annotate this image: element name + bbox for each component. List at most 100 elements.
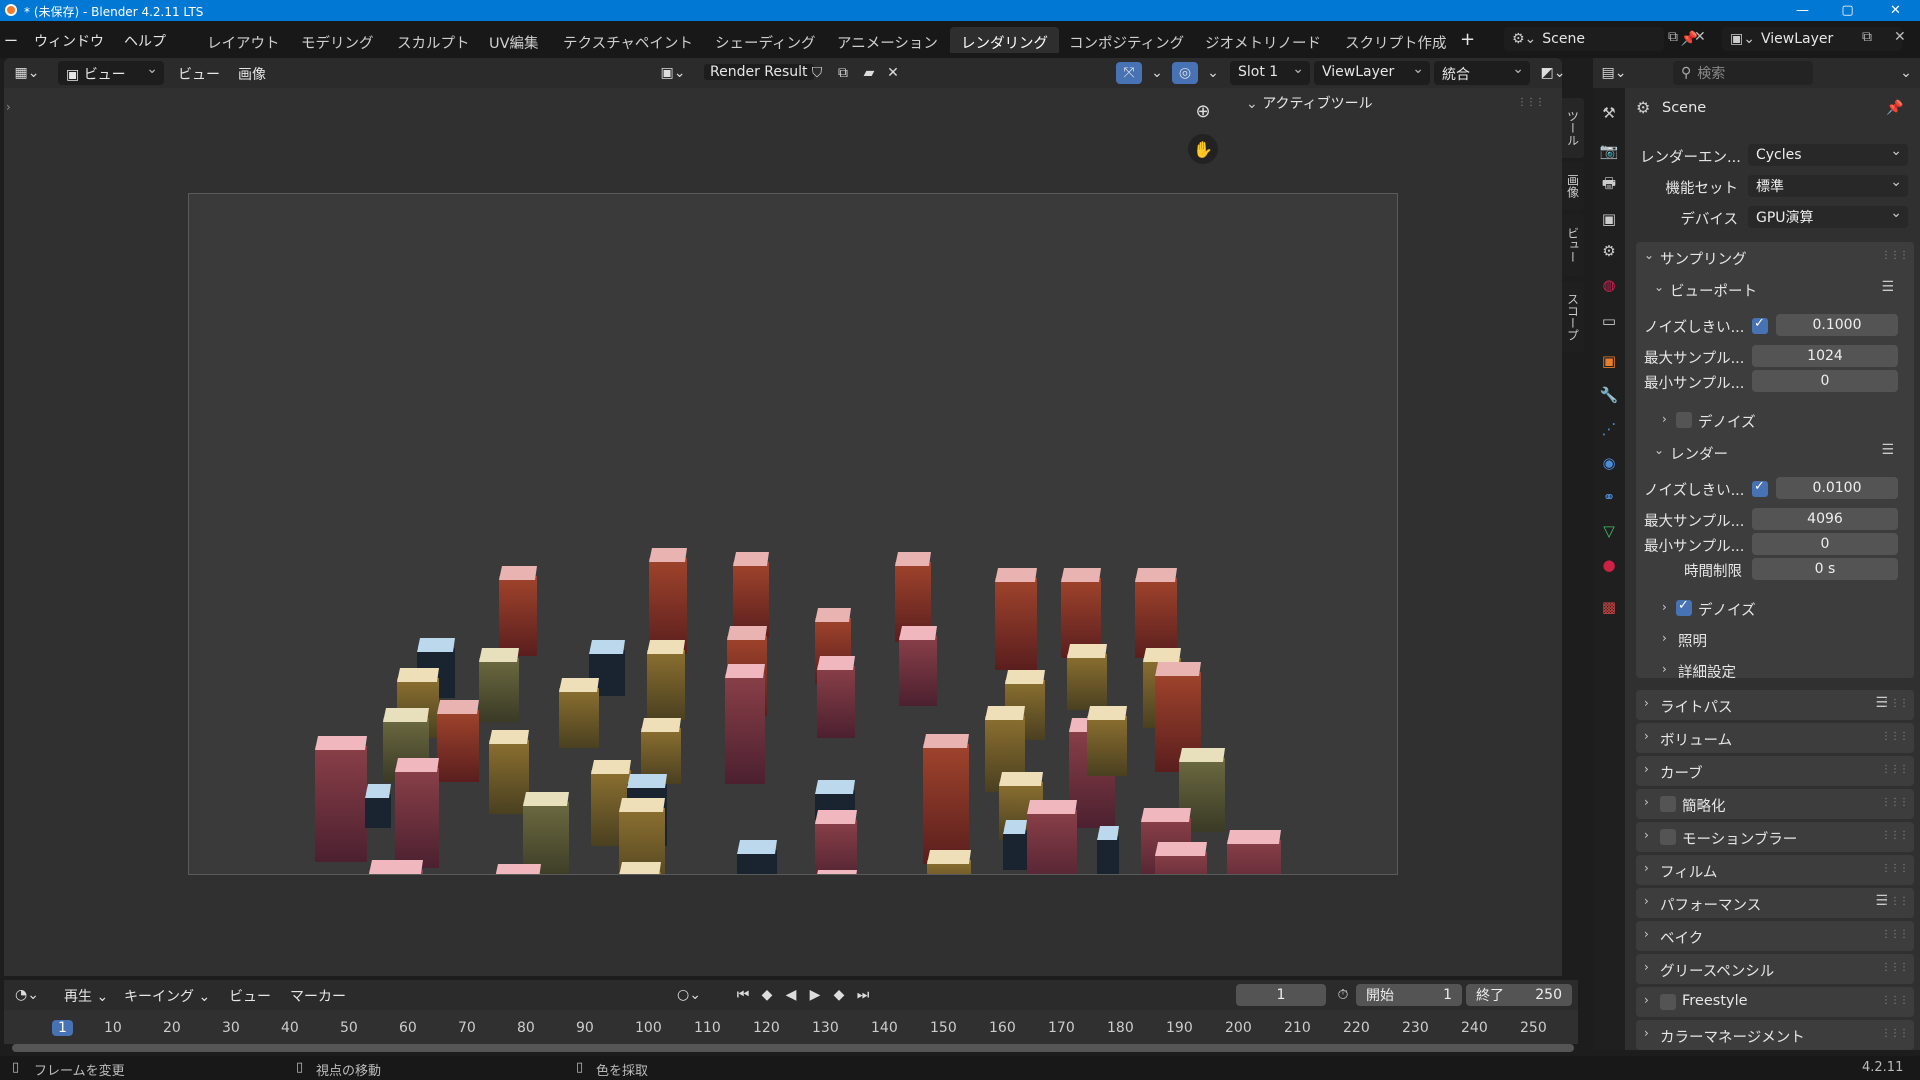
panel-grip-icon[interactable]: ⋮⋮⋮ [1881,1028,1909,1039]
prev-keyframe-icon[interactable]: ◆ [754,984,780,1006]
delete-scene-icon[interactable]: ✕ [1694,29,1706,45]
panel-10[interactable]: › カラーマネージメント ⋮⋮⋮ [1636,1020,1914,1050]
panel-7[interactable]: › ベイク ⋮⋮⋮ [1636,921,1914,951]
data-tab-icon[interactable]: ▽ [1598,520,1620,542]
panel-0[interactable]: › ライトパス ☰ ⋮⋮⋮ [1636,690,1914,720]
panel-grip-icon[interactable]: ⋮⋮⋮ [1881,731,1909,742]
zoom-icon[interactable]: ⊕ [1188,96,1218,126]
drag-grip-icon[interactable]: ⋮⋮⋮ [1517,97,1545,108]
overlay-dropdown-icon[interactable]: ⌄ [1200,62,1226,84]
vp-denoise-checkbox[interactable] [1676,412,1692,428]
delete-viewlayer-icon[interactable]: ✕ [1894,29,1906,45]
maximize-button[interactable]: ▢ [1825,0,1870,21]
active-tool-panel-header[interactable]: ⌄ アクティブツール ⋮⋮⋮ [1246,93,1550,119]
menu-help[interactable]: ヘルプ [124,31,166,51]
object-tab-icon[interactable]: ▣ [1598,350,1620,372]
sampling-grip-icon[interactable]: ⋮⋮⋮ [1881,250,1909,261]
workspace-tab-10[interactable]: スクリプト作成 [1334,27,1458,53]
panel-4[interactable]: › モーションブラー ⋮⋮⋮ [1636,822,1914,852]
menu-file[interactable]: ー [4,31,18,51]
panel-grip-icon[interactable]: ⋮⋮⋮ [1881,863,1909,874]
play-reverse-icon[interactable]: ◀ [778,984,804,1006]
editor-type-icon[interactable]: ▦⌄ [14,62,40,84]
workspace-tab-3[interactable]: UV編集 [478,27,550,53]
unlink-image-icon[interactable]: ✕ [880,62,906,84]
timeline-marker-menu[interactable]: マーカー [290,986,346,1006]
end-frame-field[interactable]: 終了 250 [1466,984,1572,1006]
overlay-toggle-icon[interactable]: ◎ [1172,62,1198,84]
modifier-tab-icon[interactable]: 🔧 [1598,384,1620,406]
timeline-scrollbar[interactable] [12,1044,1574,1052]
render-engine-dropdown[interactable]: Cycles [1748,143,1908,166]
timeline-view-menu[interactable]: ビュー [229,986,271,1006]
vp-min-samples-field[interactable]: 0 [1752,370,1898,392]
menu-window[interactable]: ウィンドウ [34,31,104,51]
next-keyframe-icon[interactable]: ◆ [826,984,852,1006]
view-layer-tab-icon[interactable]: ▣ [1598,208,1620,230]
panel-grip-icon[interactable]: ⋮⋮⋮ [1881,896,1909,907]
jump-start-icon[interactable]: ⏮ [730,984,756,1006]
pin-properties-icon[interactable]: 📌 [1886,100,1903,116]
sidebar-tab-view[interactable]: ビュー [1562,214,1584,276]
gizmo-dropdown-icon[interactable]: ⌄ [1144,62,1170,84]
sampling-panel-header[interactable]: ⌄ サンプリング ⋮⋮⋮ [1636,242,1914,272]
material-tab-icon[interactable]: ● [1598,554,1620,576]
render-subpanel-header[interactable]: ⌄ レンダー ☰ [1646,437,1908,467]
new-scene-icon[interactable]: ⧉ [1668,29,1678,45]
render-result-name[interactable]: Render Result [704,64,814,80]
workspace-tab-4[interactable]: テクスチャペイント [552,27,704,53]
fake-user-shield-icon[interactable]: ⛉ [804,62,830,84]
start-frame-field[interactable]: 開始 1 [1356,984,1462,1006]
render-presets-icon[interactable]: ☰ [1881,442,1894,458]
sidebar-tab-tool[interactable]: ツール [1562,98,1584,158]
sidebar-tab-scopes[interactable]: スコープ [1562,282,1584,352]
scene-selector[interactable]: ⚙⌄ Scene 📌 [1504,27,1698,51]
workspace-tab-6[interactable]: アニメーション [826,27,949,53]
viewport-subpanel-header[interactable]: ⌄ ビューポート ☰ [1646,274,1908,304]
panel-3[interactable]: › 簡略化 ⋮⋮⋮ [1636,789,1914,819]
physics-tab-icon[interactable]: ◉ [1598,452,1620,474]
panel-1[interactable]: › ボリューム ⋮⋮⋮ [1636,723,1914,753]
time-limit-field[interactable]: 0 s [1752,558,1898,580]
world-tab-icon[interactable]: ◍ [1598,274,1620,296]
toolbar-expand-icon[interactable]: › [6,100,11,114]
sidebar-tab-image[interactable]: 画像 [1562,162,1584,210]
new-viewlayer-icon[interactable]: ⧉ [1862,29,1872,45]
properties-options-icon[interactable]: ⌄ [1893,62,1919,84]
r-denoise-checkbox[interactable] [1676,598,1692,616]
timeline-editor-type-icon[interactable]: ◔⌄ [14,984,40,1006]
current-frame-marker[interactable]: 1 [52,1020,73,1036]
panel-grip-icon[interactable]: ⋮⋮⋮ [1881,830,1909,841]
auto-keying-record-icon[interactable]: ○⌄ [676,984,702,1006]
tool-tab-icon[interactable]: ⚒ [1598,102,1620,124]
layer-dropdown[interactable]: ViewLayer [1314,61,1430,85]
keying-menu[interactable]: キーイング ⌄ [124,986,210,1006]
panel-8[interactable]: › グリースペンシル ⋮⋮⋮ [1636,954,1914,984]
open-folder-icon[interactable]: ▰ [856,62,882,84]
advanced-subpanel[interactable]: 詳細設定 [1678,661,1736,682]
workspace-tab-5[interactable]: シェーディング [704,27,826,53]
r-min-samples-field[interactable]: 0 [1752,533,1898,555]
panel-grip-icon[interactable]: ⋮⋮⋮ [1881,698,1909,709]
workspace-tab-7[interactable]: レンダリング [950,27,1059,53]
feature-set-dropdown[interactable]: 標準 [1748,174,1908,197]
add-workspace-button[interactable]: + [1460,29,1475,50]
view-mode-dropdown[interactable]: ▣ ビュー [58,61,164,85]
device-dropdown[interactable]: GPU演算 [1748,205,1908,228]
workspace-tab-2[interactable]: スカルプト [386,27,481,53]
panel-6[interactable]: › パフォーマンス ☰ ⋮⋮⋮ [1636,888,1914,918]
image-browse-icon[interactable]: ▣⌄ [660,62,686,84]
lighting-subpanel[interactable]: 照明 [1678,630,1707,651]
workspace-tab-8[interactable]: コンポジティング [1058,27,1195,53]
slot-dropdown[interactable]: Slot 1 [1230,61,1310,85]
scene-tab-icon[interactable]: ⚙ [1598,240,1620,262]
properties-search-input[interactable]: ⚲ 検索 [1673,61,1813,85]
r-max-samples-field[interactable]: 4096 [1752,508,1898,530]
r-denoise-chevron-icon[interactable]: › [1662,600,1667,614]
workspace-tab-1[interactable]: モデリング [290,27,385,53]
panel-grip-icon[interactable]: ⋮⋮⋮ [1881,764,1909,775]
minimize-button[interactable]: — [1780,0,1825,21]
display-channels-icon[interactable]: ◩⌄ [1540,62,1566,84]
viewlayer-selector[interactable]: ▣⌄ ViewLayer [1722,27,1902,51]
lighting-chevron-icon[interactable]: › [1662,631,1667,645]
